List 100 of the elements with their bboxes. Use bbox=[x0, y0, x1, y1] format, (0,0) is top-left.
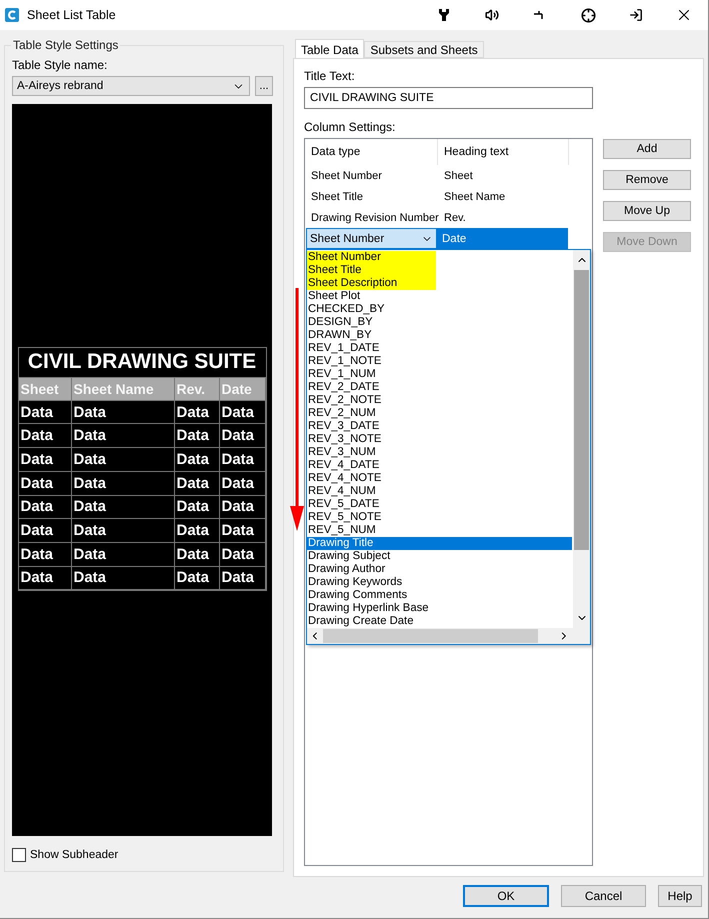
list-cell-text: Drawing Revision Number bbox=[310, 212, 438, 224]
enter-icon[interactable] bbox=[629, 8, 643, 22]
dropdown-item[interactable]: DRAWN_BY bbox=[307, 329, 372, 342]
preview-cell: Data bbox=[72, 519, 174, 543]
dialog-button[interactable]: Cancel bbox=[561, 885, 646, 907]
dropdown-item[interactable]: REV_2_NOTE bbox=[307, 394, 382, 407]
dropdown-item[interactable]: REV_4_NOTE bbox=[307, 472, 382, 485]
dropdown-item[interactable]: Sheet Description bbox=[307, 277, 436, 290]
dropdown-item[interactable]: CHECKED_BY bbox=[307, 303, 385, 316]
field-label: Table Style name: bbox=[12, 58, 108, 72]
side-button[interactable]: Remove bbox=[603, 170, 691, 190]
field-label: Column Settings: bbox=[304, 120, 396, 134]
heading-cell[interactable]: Date bbox=[437, 228, 568, 249]
dropdown-item[interactable]: REV_3_NUM bbox=[307, 446, 376, 459]
preview-cell: Data bbox=[72, 542, 174, 567]
dropdown-item[interactable]: REV_1_NOTE bbox=[307, 355, 382, 368]
dialog-button[interactable]: Help bbox=[658, 885, 702, 907]
checkbox-label: Show Subheader bbox=[30, 849, 118, 861]
list-cell-text: Sheet Name bbox=[443, 190, 506, 202]
tab[interactable]: Table Data bbox=[295, 39, 364, 59]
title-input-field[interactable]: CIVIL DRAWING SUITE bbox=[304, 87, 593, 109]
style-dropdown[interactable]: A-Aireys rebrand bbox=[12, 76, 250, 96]
preview-cell: Data bbox=[220, 448, 266, 472]
preview-header: Sheet bbox=[18, 378, 72, 401]
dropdown-item[interactable]: Drawing Hyperlink Base bbox=[307, 602, 429, 615]
dropdown-item[interactable]: REV_1_DATE bbox=[307, 342, 380, 355]
preview-cell: Data bbox=[174, 566, 220, 590]
side-button[interactable]: Add bbox=[603, 139, 691, 159]
preview-cell: Data bbox=[18, 519, 72, 543]
field-label: Title Text: bbox=[304, 69, 356, 83]
column-header[interactable]: Data type bbox=[305, 139, 438, 165]
preview-cell: Data bbox=[220, 496, 266, 520]
dropdown-item[interactable]: Sheet Number bbox=[307, 251, 436, 264]
preview-cell: Data bbox=[72, 424, 174, 448]
preview-cell: Data bbox=[174, 424, 220, 448]
preview-cell: Data bbox=[72, 566, 174, 590]
data-type-dropdown[interactable]: Sheet Number bbox=[306, 228, 437, 249]
preview-cell: Data bbox=[18, 496, 72, 520]
dropdown-item[interactable]: REV_5_DATE bbox=[307, 498, 380, 511]
window-title: Sheet List Table bbox=[27, 8, 117, 22]
dropdown-item[interactable]: REV_3_DATE bbox=[307, 420, 380, 433]
tool-icon[interactable] bbox=[438, 8, 450, 22]
vertical-scrollbar[interactable] bbox=[573, 250, 590, 628]
preview-cell: Data bbox=[220, 400, 266, 424]
preview-cell: Data bbox=[174, 496, 220, 520]
list-cell-text: Sheet Title bbox=[310, 190, 364, 202]
dropdown-item[interactable]: REV_5_NUM bbox=[307, 524, 376, 537]
dropdown-item[interactable]: Drawing Keywords bbox=[307, 576, 402, 589]
browse-button[interactable]: ... bbox=[255, 76, 273, 96]
preview-cell: Data bbox=[18, 448, 72, 472]
preview-cell: Data bbox=[18, 542, 72, 567]
preview-cell: Data bbox=[220, 566, 266, 590]
preview-cell: Data bbox=[220, 542, 266, 567]
dropdown-item[interactable]: REV_1_NUM bbox=[307, 368, 376, 381]
dropdown-item[interactable]: REV_3_NOTE bbox=[307, 433, 382, 446]
preview-cell: Data bbox=[220, 424, 266, 448]
dropdown-item[interactable]: Drawing Create Date bbox=[307, 615, 414, 628]
preview-header: Date bbox=[220, 378, 266, 401]
dropdown-item[interactable]: Drawing Title bbox=[307, 537, 572, 550]
column-header[interactable]: Heading text bbox=[438, 139, 569, 165]
list-cell-text: Sheet bbox=[443, 170, 474, 182]
app-logo-icon bbox=[4, 7, 20, 23]
preview-cell: Data bbox=[18, 424, 72, 448]
preview-cell: Data bbox=[72, 400, 174, 424]
crosshair-icon[interactable] bbox=[580, 8, 596, 22]
list-cell-text: Sheet Number bbox=[310, 170, 383, 182]
preview-cell: Data bbox=[18, 472, 72, 496]
preview-cell: Data bbox=[220, 472, 266, 496]
preview-cell: Data bbox=[18, 400, 72, 424]
group-title: Table Style Settings bbox=[11, 38, 120, 52]
side-button[interactable]: Move Up bbox=[603, 201, 691, 221]
speaker-icon[interactable] bbox=[485, 8, 499, 22]
preview-cell: Data bbox=[174, 472, 220, 496]
dropdown-item[interactable]: REV_4_NUM bbox=[307, 485, 376, 498]
preview-cell: Data bbox=[72, 472, 174, 496]
preview-cell: Data bbox=[174, 519, 220, 543]
dialog-button[interactable]: OK bbox=[463, 885, 549, 907]
dropdown-item[interactable]: Sheet Title bbox=[307, 264, 436, 277]
preview-header: Rev. bbox=[174, 378, 220, 401]
dropdown-item[interactable]: Sheet Plot bbox=[307, 290, 360, 303]
preview-cell: Data bbox=[220, 519, 266, 543]
checkbox[interactable] bbox=[12, 848, 26, 862]
preview-cell: Data bbox=[72, 496, 174, 520]
dropdown-item[interactable]: Drawing Comments bbox=[307, 589, 408, 602]
horizontal-scrollbar[interactable] bbox=[307, 628, 590, 644]
dropdown-item[interactable]: REV_4_DATE bbox=[307, 459, 380, 472]
dropdown-item[interactable]: REV_2_NUM bbox=[307, 407, 376, 420]
preview-cell: Data bbox=[72, 448, 174, 472]
dropdown-item[interactable]: REV_2_DATE bbox=[307, 381, 380, 394]
preview-cell: Data bbox=[174, 400, 220, 424]
tab[interactable]: Subsets and Sheets bbox=[364, 41, 484, 58]
preview-cell: Data bbox=[174, 542, 220, 567]
preview-header: Sheet Name bbox=[72, 378, 174, 401]
dropdown-item[interactable]: Drawing Author bbox=[307, 563, 386, 576]
dropdown-item[interactable]: DESIGN_BY bbox=[307, 316, 373, 329]
list-cell-text: Rev. bbox=[443, 212, 467, 224]
dropdown-item[interactable]: Drawing Subject bbox=[307, 550, 390, 563]
dropdown-item[interactable]: REV_5_NOTE bbox=[307, 511, 382, 524]
preview-cell: Data bbox=[18, 566, 72, 590]
preview-cell: Data bbox=[174, 448, 220, 472]
